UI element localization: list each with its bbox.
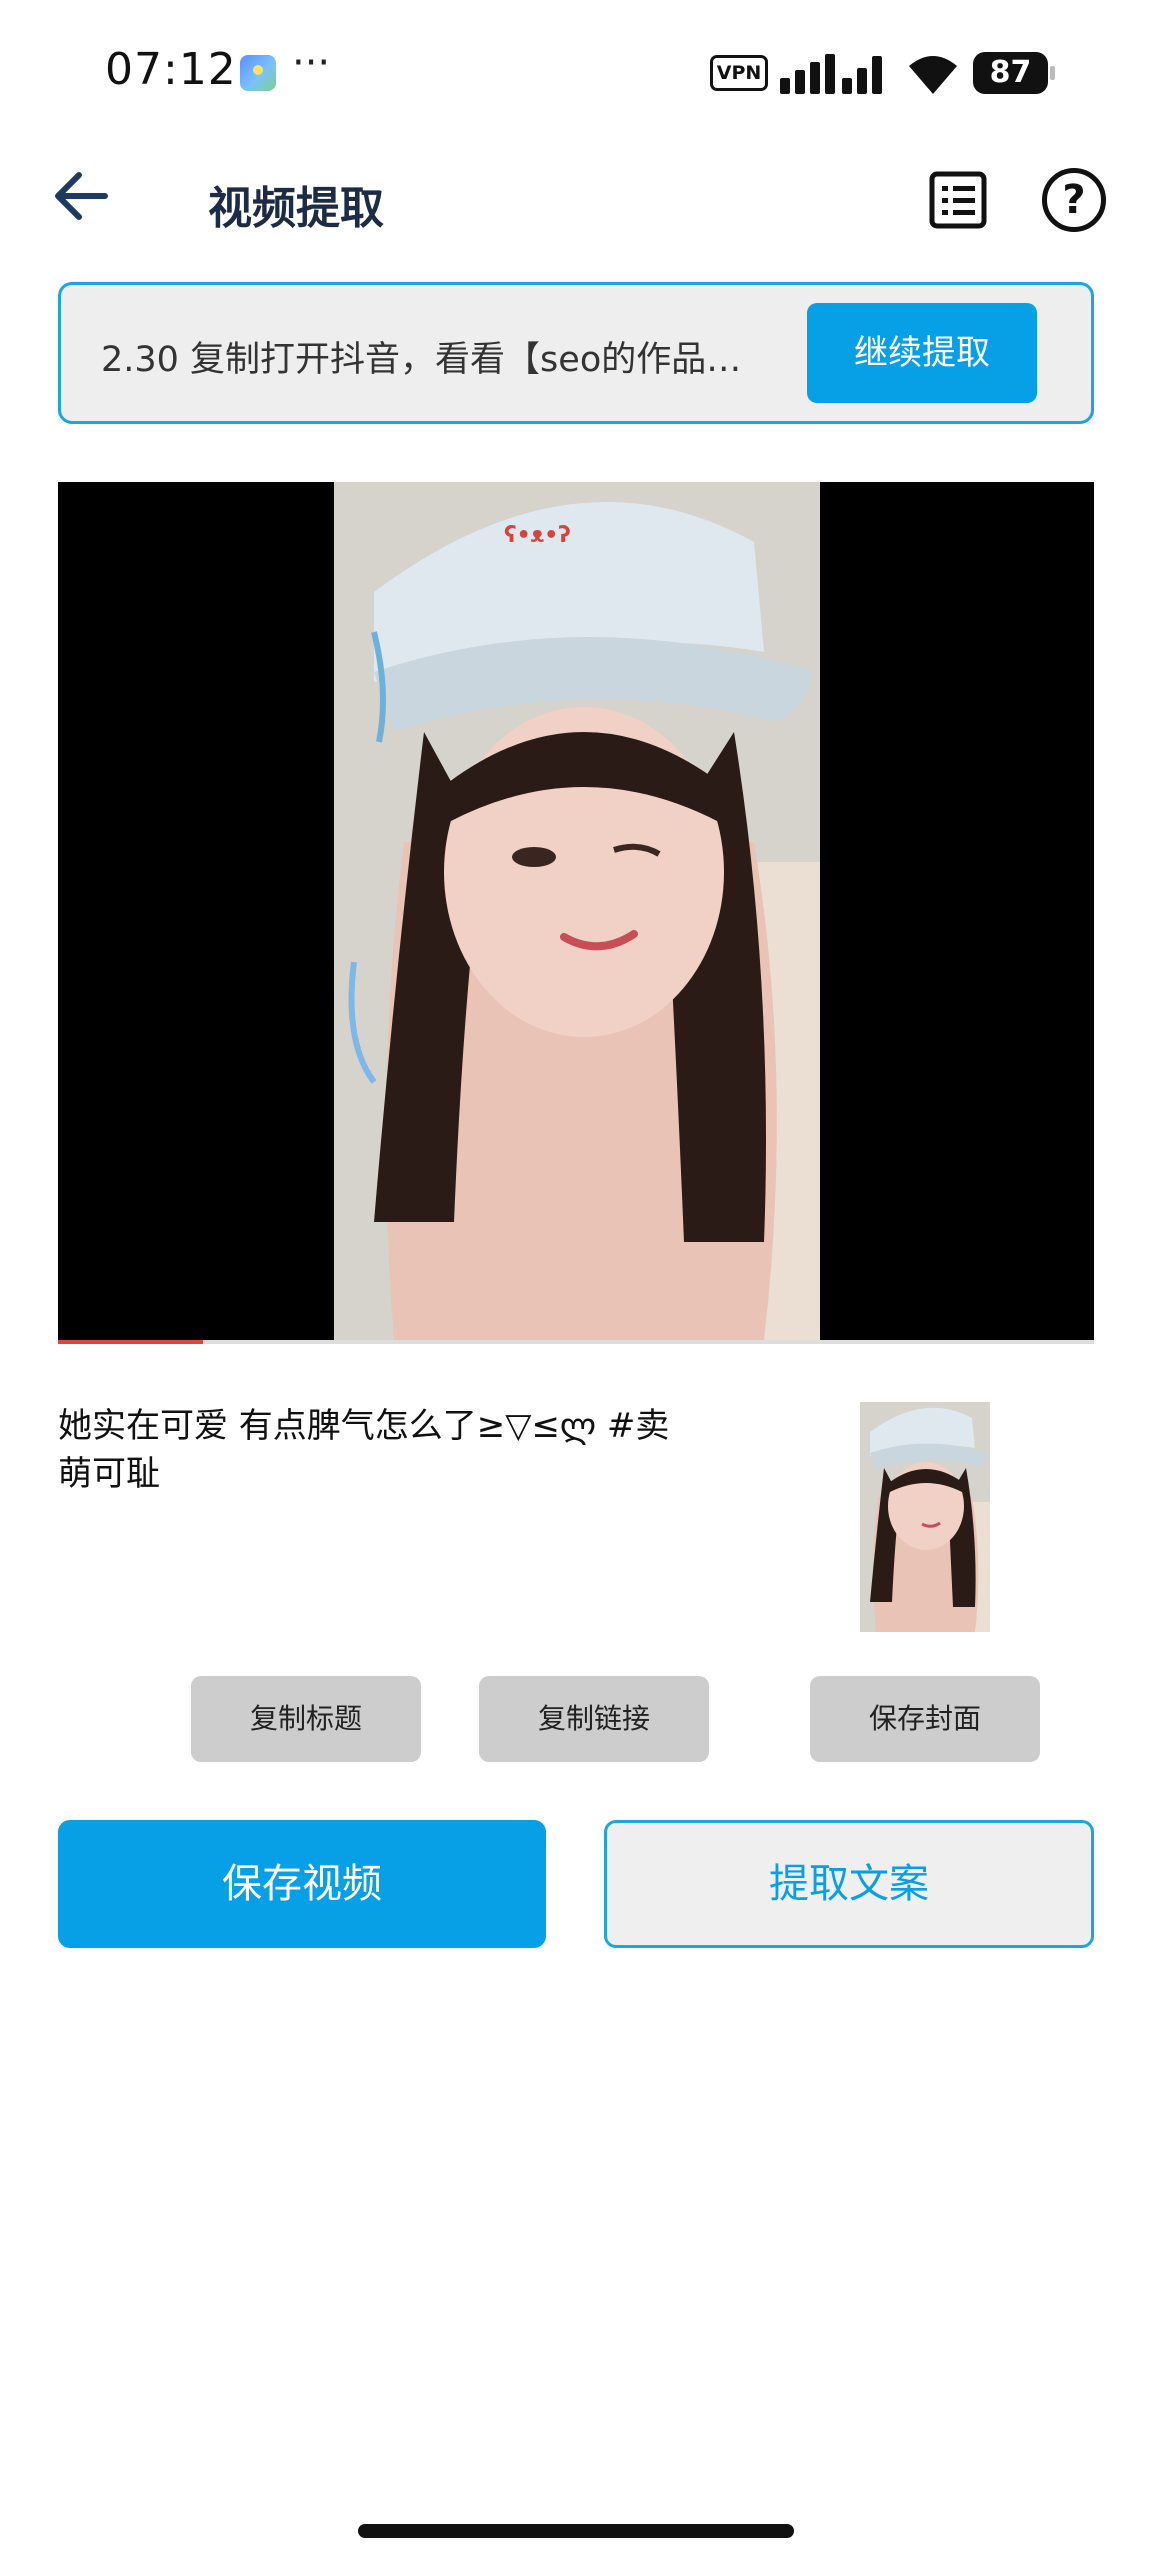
status-more-dots: ··· [292, 40, 331, 86]
save-video-button[interactable]: 保存视频 [58, 1820, 546, 1948]
wifi-icon [909, 56, 957, 94]
copy-title-button[interactable]: 复制标题 [191, 1676, 421, 1762]
vpn-icon: VPN [710, 55, 768, 91]
share-link-text[interactable]: 2.30 复制打开抖音，看看【seo的作品】她实在可爱 有点脾气怎么了 [101, 331, 761, 382]
video-frame: ʕ•ᴥ•ʔ [334, 482, 820, 1340]
history-list-icon[interactable] [928, 170, 988, 230]
copy-link-button[interactable]: 复制链接 [479, 1676, 709, 1762]
battery-icon: 87 [973, 52, 1048, 94]
page-title: 视频提取 [208, 183, 384, 234]
home-indicator[interactable] [358, 2524, 794, 2538]
help-icon[interactable]: ? [1042, 168, 1106, 232]
video-progress-bar[interactable] [58, 1340, 1094, 1344]
status-time: 07:12 [105, 44, 237, 95]
video-frame-image: ʕ•ᴥ•ʔ [334, 482, 820, 1340]
status-bar: 07:12 ··· VPN 87 [0, 0, 1151, 150]
cover-thumbnail-image [860, 1402, 990, 1632]
extract-text-button[interactable]: 提取文案 [604, 1820, 1094, 1948]
share-link-box[interactable]: 2.30 复制打开抖音，看看【seo的作品】她实在可爱 有点脾气怎么了 继续提取 [58, 282, 1094, 424]
cover-thumbnail [860, 1402, 990, 1632]
cellular-signal-icon [780, 54, 882, 94]
save-cover-button[interactable]: 保存封面 [810, 1676, 1040, 1762]
battery-tip [1050, 66, 1055, 80]
continue-extract-button[interactable]: 继续提取 [807, 303, 1037, 403]
video-player[interactable]: ʕ•ᴥ•ʔ [58, 482, 1094, 1342]
back-button[interactable] [50, 165, 112, 227]
gallery-app-icon [240, 55, 276, 91]
svg-text:ʕ•ᴥ•ʔ: ʕ•ᴥ•ʔ [504, 523, 571, 548]
arrow-left-icon [55, 172, 108, 220]
video-description: 她实在可爱 有点脾气怎么了≥▽≤ლ #卖萌可耻 [58, 1406, 670, 1494]
video-progress-fill [58, 1340, 204, 1344]
